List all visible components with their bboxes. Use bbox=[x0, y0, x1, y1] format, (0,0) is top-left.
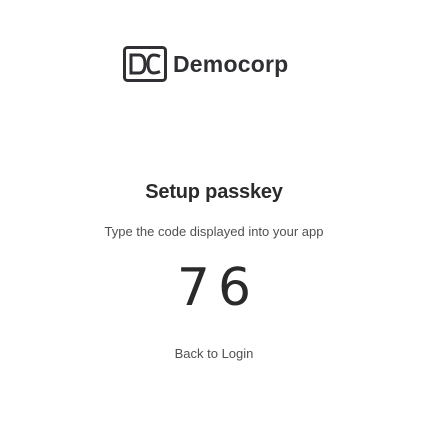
brand-header: Democorp bbox=[123, 46, 288, 82]
brand-name: Democorp bbox=[173, 51, 289, 77]
passkey-code: 76 bbox=[176, 258, 260, 318]
back-to-login-link[interactable]: Back to Login bbox=[175, 346, 254, 361]
page-title: Setup passkey bbox=[145, 181, 283, 203]
democorp-logo-icon bbox=[123, 46, 167, 82]
instruction-text: Type the code displayed into your app bbox=[104, 224, 324, 239]
